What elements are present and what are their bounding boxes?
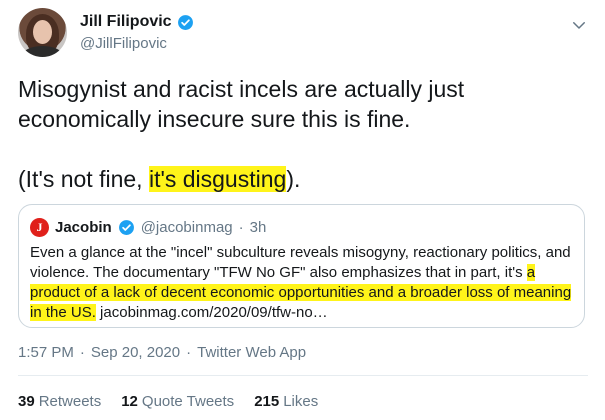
tweet-date[interactable]: Sep 20, 2020 [91,344,180,361]
jacobin-avatar-icon: J [30,218,49,237]
avatar[interactable] [18,8,67,57]
quoted-text-plain: Even a glance at the "incel" subculture … [30,244,571,281]
tweet-stats: 39 Retweets 12 Quote Tweets 215 Likes [18,393,318,410]
quote-tweets-label: Quote Tweets [141,393,235,410]
tweet-text-line1: Misogynist and racist incels are actuall… [18,76,465,132]
author-display-name[interactable]: Jill Filipovic [80,13,172,31]
avatar-face [33,20,52,44]
likes-stat[interactable]: 215 Likes [254,393,318,410]
likes-label: Likes [283,393,319,410]
quoted-separator: · [238,219,244,236]
author-name-row: Jill Filipovic [80,13,194,31]
tweet-header: Jill Filipovic @JillFilipovic [18,8,588,60]
chevron-down-icon[interactable] [570,16,588,34]
verified-icon [177,14,193,30]
quoted-tweet[interactable]: J Jacobin @jacobinmag · 3h Even a glance… [18,204,585,328]
tweet-card: Jill Filipovic @JillFilipovic Misogynist… [0,0,605,420]
likes-count: 215 [254,393,280,410]
retweets-stat[interactable]: 39 Retweets [18,393,101,410]
tweet-timestamp: 1:57 PM · Sep 20, 2020 · Twitter Web App [18,344,306,361]
quoted-time: 3h [249,219,267,236]
quote-tweets-stat[interactable]: 12 Quote Tweets [121,393,234,410]
retweets-label: Retweets [38,393,102,410]
tweet-text-para2: (It's not fine, it's disgusting). [18,164,593,194]
verified-icon [118,220,134,235]
tweet-text-before: (It's not fine, [18,166,149,192]
timestamp-separator: · [186,344,192,361]
tweet-text-highlight: it's disgusting [148,166,287,192]
avatar-shirt [22,46,63,57]
timestamp-separator: · [79,344,85,361]
quoted-tweet-header: J Jacobin @jacobinmag · 3h [30,218,266,237]
quoted-link[interactable]: jacobinmag.com/2020/09/tfw-no… [100,304,328,321]
quoted-handle: @jacobinmag [140,219,233,236]
divider [18,375,588,376]
tweet-text: Misogynist and racist incels are actuall… [18,74,593,194]
tweet-time[interactable]: 1:57 PM [18,344,74,361]
quote-tweets-count: 12 [121,393,138,410]
quoted-tweet-text: Even a glance at the "incel" subculture … [30,243,575,323]
tweet-source[interactable]: Twitter Web App [197,344,306,361]
author-block: Jill Filipovic @JillFilipovic [80,13,194,52]
quoted-display-name: Jacobin [55,219,112,236]
tweet-text-after: ). [286,166,301,192]
author-handle[interactable]: @JillFilipovic [80,35,194,52]
retweets-count: 39 [18,393,35,410]
